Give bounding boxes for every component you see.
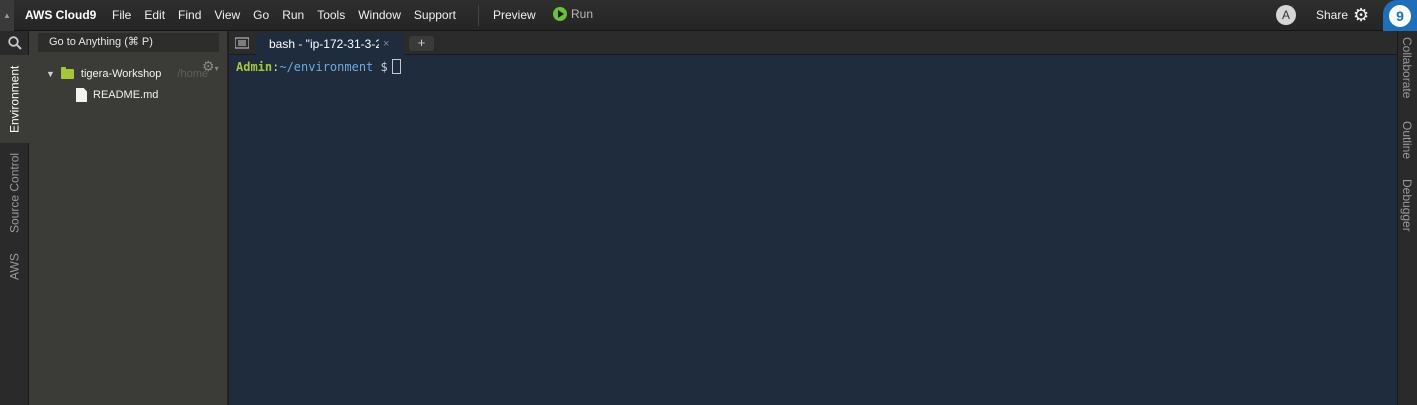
- right-panel-strip: Collaborate Outline Debugger: [1397, 31, 1417, 405]
- tree-root-folder[interactable]: ▼ tigera-Workshop /home: [46, 67, 208, 80]
- menu-file[interactable]: File: [112, 8, 131, 22]
- new-tab-button[interactable]: +: [409, 36, 434, 51]
- close-tab-icon[interactable]: ×: [383, 38, 389, 50]
- prompt-directory: ~/environment: [279, 59, 374, 74]
- tab-source-control[interactable]: Source Control: [0, 147, 29, 239]
- run-label: Run: [571, 7, 594, 21]
- go-to-anything-input[interactable]: Go to Anything (⌘ P): [38, 33, 219, 52]
- tree-file-item[interactable]: README.md: [76, 88, 158, 102]
- terminal-cursor: [391, 59, 401, 74]
- aws-cloud9-menu[interactable]: AWS Cloud9: [25, 8, 96, 22]
- search-icon[interactable]: [0, 31, 29, 55]
- tab-label: bash - "ip-172-31-3-2: [269, 37, 379, 51]
- menu-bar: ▲ AWS Cloud9 File Edit Find View Go Run …: [0, 0, 1417, 31]
- tab-outline[interactable]: Outline: [1400, 121, 1414, 159]
- menu-divider: [478, 5, 479, 26]
- user-avatar[interactable]: A: [1276, 5, 1296, 25]
- triangle-up-icon: ▲: [3, 11, 11, 20]
- folder-path: /home: [177, 68, 208, 80]
- tab-aws[interactable]: AWS: [0, 245, 29, 289]
- tab-collaborate[interactable]: Collaborate: [1400, 37, 1414, 98]
- terminal-prompt: Admin: ~/environment $: [236, 59, 401, 74]
- collapse-menu-button[interactable]: ▲: [0, 0, 14, 31]
- menu-view[interactable]: View: [214, 8, 240, 22]
- tab-environment[interactable]: Environment: [0, 55, 29, 143]
- prompt-user: Admin: [236, 59, 273, 74]
- preferences-gear-icon[interactable]: ⚙: [1353, 5, 1369, 25]
- terminal-pane[interactable]: Admin: ~/environment $: [229, 55, 1397, 405]
- tab-list-menu-icon[interactable]: [234, 37, 250, 49]
- folder-name: tigera-Workshop: [80, 68, 162, 80]
- preview-button[interactable]: Preview: [493, 8, 536, 22]
- menu-support[interactable]: Support: [414, 8, 456, 22]
- left-panel-strip: Environment Source Control AWS: [0, 31, 29, 405]
- menu-edit[interactable]: Edit: [144, 8, 165, 22]
- cloud9-badge: 9: [1389, 4, 1411, 27]
- expand-arrow-icon[interactable]: ▼: [46, 69, 55, 79]
- play-icon: [553, 7, 567, 21]
- menu-go[interactable]: Go: [253, 8, 269, 22]
- menu-window[interactable]: Window: [358, 8, 401, 22]
- editor-tab-bar: bash - "ip-172-31-3-2 × +: [229, 31, 1397, 55]
- menu-find[interactable]: Find: [178, 8, 201, 22]
- run-button[interactable]: Run: [553, 7, 593, 21]
- prompt-symbol: $: [373, 59, 388, 74]
- share-button[interactable]: Share: [1316, 8, 1348, 22]
- menu-run[interactable]: Run: [282, 8, 304, 22]
- main-menus: File Edit Find View Go Run Tools Window …: [112, 8, 469, 22]
- file-icon: [76, 88, 87, 102]
- tab-debugger[interactable]: Debugger: [1400, 179, 1414, 232]
- prompt-colon: :: [272, 59, 280, 74]
- cloud9-logo[interactable]: 9: [1383, 0, 1417, 31]
- menu-tools[interactable]: Tools: [317, 8, 345, 22]
- file-name: README.md: [93, 89, 159, 101]
- tab-bash-terminal[interactable]: bash - "ip-172-31-3-2 ×: [256, 33, 404, 55]
- folder-icon: [60, 67, 74, 79]
